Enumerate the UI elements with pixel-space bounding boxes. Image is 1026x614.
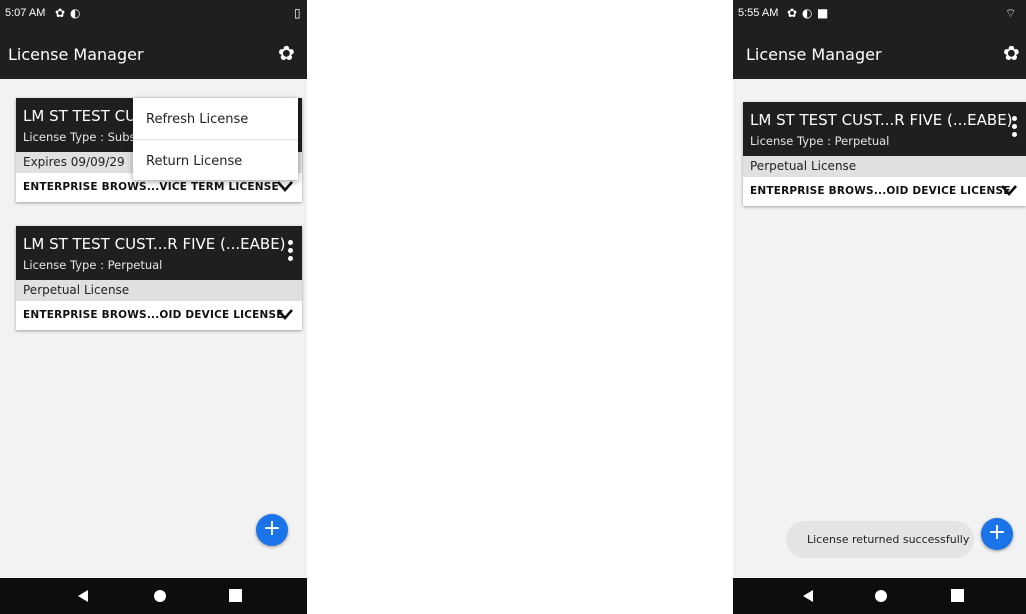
license-status: Perpetual License	[23, 283, 130, 297]
add-license-button[interactable]: +	[981, 518, 1013, 550]
license-product-row[interactable]: ENTERPRISE BROWS...OID DEVICE LICENSE	[743, 177, 1026, 206]
back-icon[interactable]	[77, 589, 89, 603]
license-product: ENTERPRISE BROWS...OID DEVICE LICENSE	[23, 309, 284, 321]
license-expiry: Expires 09/09/29	[23, 155, 125, 169]
back-icon[interactable]	[802, 589, 814, 603]
license-card-header: LM ST TEST CUST...R FIVE (...EABE) Licen…	[16, 226, 302, 280]
battery-icon: ▯	[294, 6, 301, 20]
menu-item-return-license[interactable]: Return License	[146, 154, 242, 169]
more-options-icon[interactable]	[288, 240, 294, 264]
license-status-row: Perpetual License	[16, 280, 302, 301]
recents-icon[interactable]	[229, 589, 242, 602]
status-bar: 5:55 AM ✿ ◐ ■ ⌔	[733, 0, 1026, 31]
navigation-bar	[0, 578, 307, 614]
license-card[interactable]: LM ST TEST CUST...R FIVE (...EABE) Licen…	[743, 102, 1026, 206]
more-options-icon[interactable]	[1012, 116, 1018, 140]
menu-item-refresh-license[interactable]: Refresh License	[146, 112, 248, 127]
right-screen: 5:55 AM ✿ ◐ ■ ⌔ License Manager ✿ LM ST …	[733, 0, 1026, 614]
toast-message: License returned successfully	[786, 521, 974, 558]
left-screen: 5:07 AM ✿ ◐ ▯ License Manager ✿ LM ST TE…	[0, 0, 307, 614]
navigation-bar	[733, 578, 1026, 614]
chevron-down-icon[interactable]	[1000, 183, 1018, 197]
menu-divider	[133, 139, 298, 140]
license-title: LM ST TEST CUST...R FIVE (...EABE)	[23, 235, 286, 253]
status-time: 5:55 AM	[738, 7, 779, 19]
status-bar: 5:07 AM ✿ ◐ ▯	[0, 0, 307, 31]
license-type: License Type : Perpetual	[750, 134, 890, 148]
sync-icon: ◐	[70, 6, 81, 20]
license-product: ENTERPRISE BROWS...OID DEVICE LICENSE	[750, 185, 1011, 197]
license-title: LM ST TEST CUS	[23, 107, 146, 125]
license-product-row[interactable]: ENTERPRISE BROWS...OID DEVICE LICENSE	[16, 301, 302, 330]
license-title: LM ST TEST CUST...R FIVE (...EABE)	[750, 111, 1013, 129]
chevron-down-icon[interactable]	[276, 179, 294, 193]
license-type: License Type : Perpetual	[23, 258, 163, 272]
license-type: License Type : Subs	[23, 130, 136, 144]
license-card-header: LM ST TEST CUST...R FIVE (...EABE) Licen…	[743, 102, 1026, 156]
status-time: 5:07 AM	[5, 7, 46, 19]
settings-gear-icon[interactable]: ✿	[1003, 43, 1020, 63]
add-license-button[interactable]: +	[256, 514, 288, 546]
toast-text: License returned successfully	[807, 533, 970, 546]
license-card[interactable]: LM ST TEST CUST...R FIVE (...EABE) Licen…	[16, 226, 302, 330]
chevron-down-icon[interactable]	[276, 307, 294, 321]
gear-icon: ✿	[55, 6, 66, 20]
license-status-row: Perpetual License	[743, 156, 1026, 177]
app-bar: License Manager ✿	[0, 31, 307, 79]
license-status: Perpetual License	[750, 159, 857, 173]
home-icon[interactable]	[153, 589, 167, 603]
square-icon: ■	[817, 6, 829, 20]
settings-gear-icon[interactable]: ✿	[278, 43, 295, 63]
gear-icon: ✿	[787, 6, 798, 20]
sync-icon: ◐	[802, 6, 813, 20]
recents-icon[interactable]	[951, 589, 964, 602]
license-options-menu: Refresh License Return License	[133, 98, 298, 180]
wifi-icon: ⌔	[1005, 6, 1017, 20]
app-title: License Manager	[8, 45, 144, 64]
app-bar: License Manager ✿	[733, 31, 1026, 79]
license-product: ENTERPRISE BROWS...VICE TERM LICENSE	[23, 181, 279, 193]
home-icon[interactable]	[874, 589, 888, 603]
app-title: License Manager	[746, 45, 882, 64]
